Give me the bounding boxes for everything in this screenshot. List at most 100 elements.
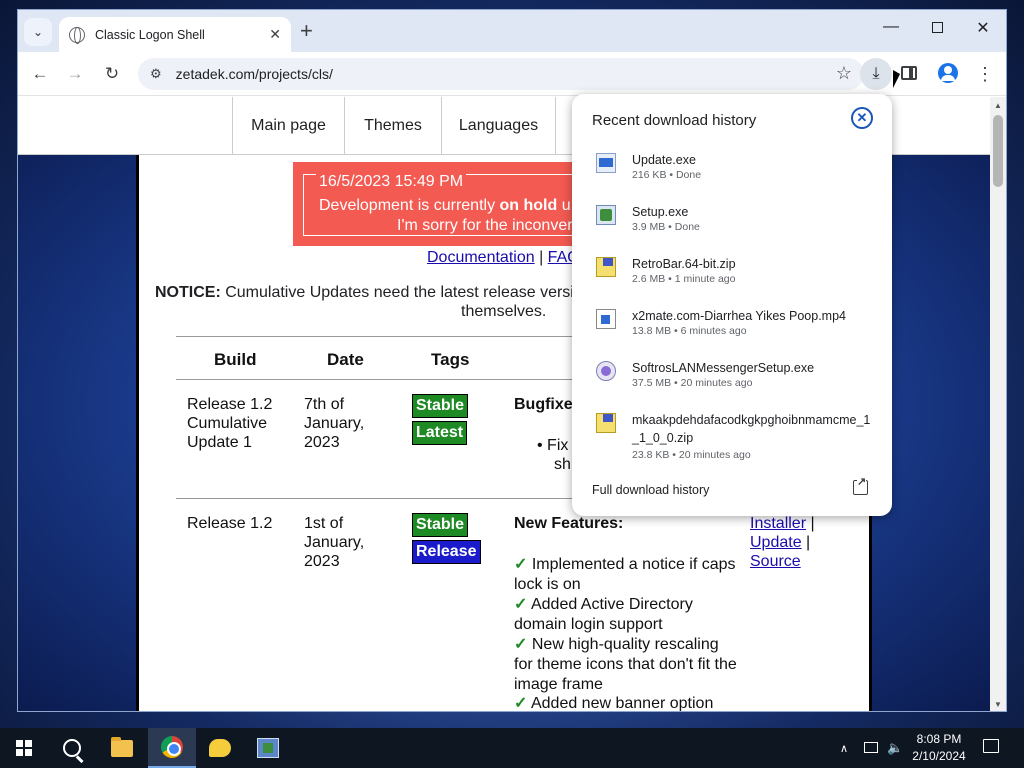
row1-bullet-cont: sh <box>554 456 571 473</box>
row2-build: Release 1.2 <box>187 515 273 532</box>
taskbar-chrome[interactable] <box>148 728 196 768</box>
nav-main-page[interactable]: Main page <box>232 97 344 155</box>
installer-link[interactable]: Installer <box>750 515 806 532</box>
taskbar-file-explorer[interactable] <box>98 728 146 768</box>
volume-icon[interactable]: 🔈 <box>887 728 903 768</box>
stable-badge: Stable <box>412 394 469 418</box>
cumulative-notice: NOTICE: Cumulative Updates need the late… <box>155 284 574 301</box>
open-external-icon[interactable] <box>853 475 868 495</box>
header-tags: Tags <box>431 350 470 369</box>
download-item[interactable]: x2mate.com-Diarrhea Yikes Poop.mp4 13.8 … <box>572 307 892 359</box>
download-name: x2mate.com-Diarrhea Yikes Poop.mp4 <box>632 309 846 323</box>
messenger-icon <box>209 739 231 757</box>
minimize-button[interactable]: — <box>868 18 914 36</box>
check-icon: ✓ <box>514 556 528 573</box>
check-icon: ✓ <box>514 596 528 613</box>
close-panel-icon[interactable]: ✕ <box>851 107 873 129</box>
reload-button[interactable]: ↻ <box>100 64 124 84</box>
download-item[interactable]: mkaakpdehdafacodkgkpghoibnmamcme_1_1_0_0… <box>572 411 892 473</box>
side-panel-icon[interactable] <box>901 66 917 80</box>
title-bar: ⌄ Classic Logon Shell ✕ + — ✕ <box>18 10 1006 52</box>
download-item[interactable]: Update.exe 216 KB • Done <box>572 151 892 203</box>
maximize-icon <box>931 22 943 33</box>
download-meta: 23.8 KB • 20 minutes ago <box>632 449 751 461</box>
url-text: zetadek.com/projects/cls/ <box>175 66 333 82</box>
maximize-button[interactable] <box>914 18 960 38</box>
nav-languages[interactable]: Languages <box>441 97 555 155</box>
full-download-history-link[interactable]: Full download history <box>592 483 709 497</box>
taskbar-setup[interactable] <box>244 728 292 768</box>
close-tab-icon[interactable]: ✕ <box>269 26 281 43</box>
address-bar[interactable]: ⚙ zetadek.com/projects/cls/ ☆ <box>138 58 864 90</box>
check-icon: ✓ <box>514 636 528 653</box>
network-icon[interactable] <box>864 742 878 753</box>
setup-icon <box>596 205 616 225</box>
scroll-down-arrow-icon[interactable]: ▼ <box>994 700 1002 709</box>
profile-avatar-icon[interactable] <box>938 63 958 83</box>
site-info-icon[interactable]: ⚙ <box>150 66 162 82</box>
download-item[interactable]: SoftrosLANMessengerSetup.exe 37.5 MB • 2… <box>572 359 892 411</box>
windows-logo-icon <box>16 740 32 756</box>
mouse-cursor-icon <box>893 70 900 88</box>
row1-bullet: • Fix <box>537 437 569 454</box>
download-name: Update.exe <box>632 153 696 167</box>
tab-search-button[interactable]: ⌄ <box>24 18 52 46</box>
bookmark-star-icon[interactable]: ☆ <box>836 63 852 84</box>
nav-themes[interactable]: Themes <box>344 97 441 155</box>
feature-item: ✓ New high-quality rescaling for theme i… <box>514 636 737 693</box>
download-panel-title: Recent download history <box>592 112 757 129</box>
taskbar-search-button[interactable] <box>48 728 96 768</box>
close-window-button[interactable]: ✕ <box>960 18 1006 38</box>
latest-badge: Latest <box>412 421 468 445</box>
downloads-button[interactable]: ⤓ <box>860 58 892 90</box>
tray-overflow-icon[interactable]: ∧ <box>840 728 848 768</box>
page-scrollbar[interactable]: ▲ ▼ <box>990 97 1006 711</box>
download-name: mkaakpdehdafacodkgkpghoibnmamcme_1_1_0_0… <box>632 413 871 445</box>
download-meta: 13.8 MB • 6 minutes ago <box>632 325 747 337</box>
exe-icon <box>596 153 616 173</box>
notice-line-1: Development is currently on hold u <box>319 197 571 214</box>
clock-time: 8:08 PM <box>916 732 962 746</box>
taskbar-messenger[interactable] <box>196 728 244 768</box>
release-badge: Release <box>412 540 481 564</box>
notice-line-2: I'm sorry for the inconver <box>397 217 573 234</box>
feature-item: ✓ Added Active Directory domain login su… <box>514 596 693 633</box>
row1-build: Release 1.2 Cumulative Update 1 <box>187 396 273 451</box>
system-clock[interactable]: 8:08 PM 2/10/2024 <box>908 731 970 765</box>
chrome-icon <box>161 736 183 758</box>
download-name: SoftrosLANMessengerSetup.exe <box>632 361 815 375</box>
row2-date: 1st of January, 2023 <box>304 515 365 570</box>
browser-menu-button[interactable]: ⋮ <box>976 64 994 85</box>
video-file-icon <box>596 309 616 329</box>
cumulative-notice-cont: themselves. <box>461 303 547 320</box>
doc-links: Documentation | FAQ <box>427 249 580 266</box>
messenger-installer-icon <box>596 361 616 381</box>
globe-icon <box>69 26 85 44</box>
zip-icon <box>596 257 616 277</box>
start-button[interactable] <box>0 728 48 768</box>
clock-date: 2/10/2024 <box>912 749 966 763</box>
row2-links: Installer | Update | Source <box>750 515 815 570</box>
check-icon: ✓ <box>514 695 528 711</box>
update-link[interactable]: Update <box>750 534 802 551</box>
setup-icon <box>257 738 279 758</box>
scroll-up-arrow-icon[interactable]: ▲ <box>994 101 1002 110</box>
notification-icon[interactable] <box>983 739 999 753</box>
new-tab-button[interactable]: + <box>300 20 313 42</box>
notice-date: 16/5/2023 15:49 PM <box>316 173 467 191</box>
download-item[interactable]: Setup.exe 3.9 MB • Done <box>572 203 892 255</box>
scroll-thumb[interactable] <box>993 115 1003 187</box>
browser-tab[interactable]: Classic Logon Shell ✕ <box>59 17 291 52</box>
documentation-link[interactable]: Documentation <box>427 249 535 266</box>
download-meta: 2.6 MB • 1 minute ago <box>632 273 736 285</box>
download-name: Setup.exe <box>632 205 689 219</box>
download-name: RetroBar.64-bit.zip <box>632 257 736 271</box>
download-meta: 3.9 MB • Done <box>632 221 700 233</box>
header-build: Build <box>214 350 257 369</box>
download-history-panel: Recent download history ✕ Update.exe 216… <box>572 94 892 516</box>
row1-date: 7th of January, 2023 <box>304 396 365 451</box>
download-item[interactable]: RetroBar.64-bit.zip 2.6 MB • 1 minute ag… <box>572 255 892 307</box>
back-button[interactable]: ← <box>28 64 52 84</box>
forward-button[interactable]: → <box>63 64 87 84</box>
source-link[interactable]: Source <box>750 553 801 570</box>
